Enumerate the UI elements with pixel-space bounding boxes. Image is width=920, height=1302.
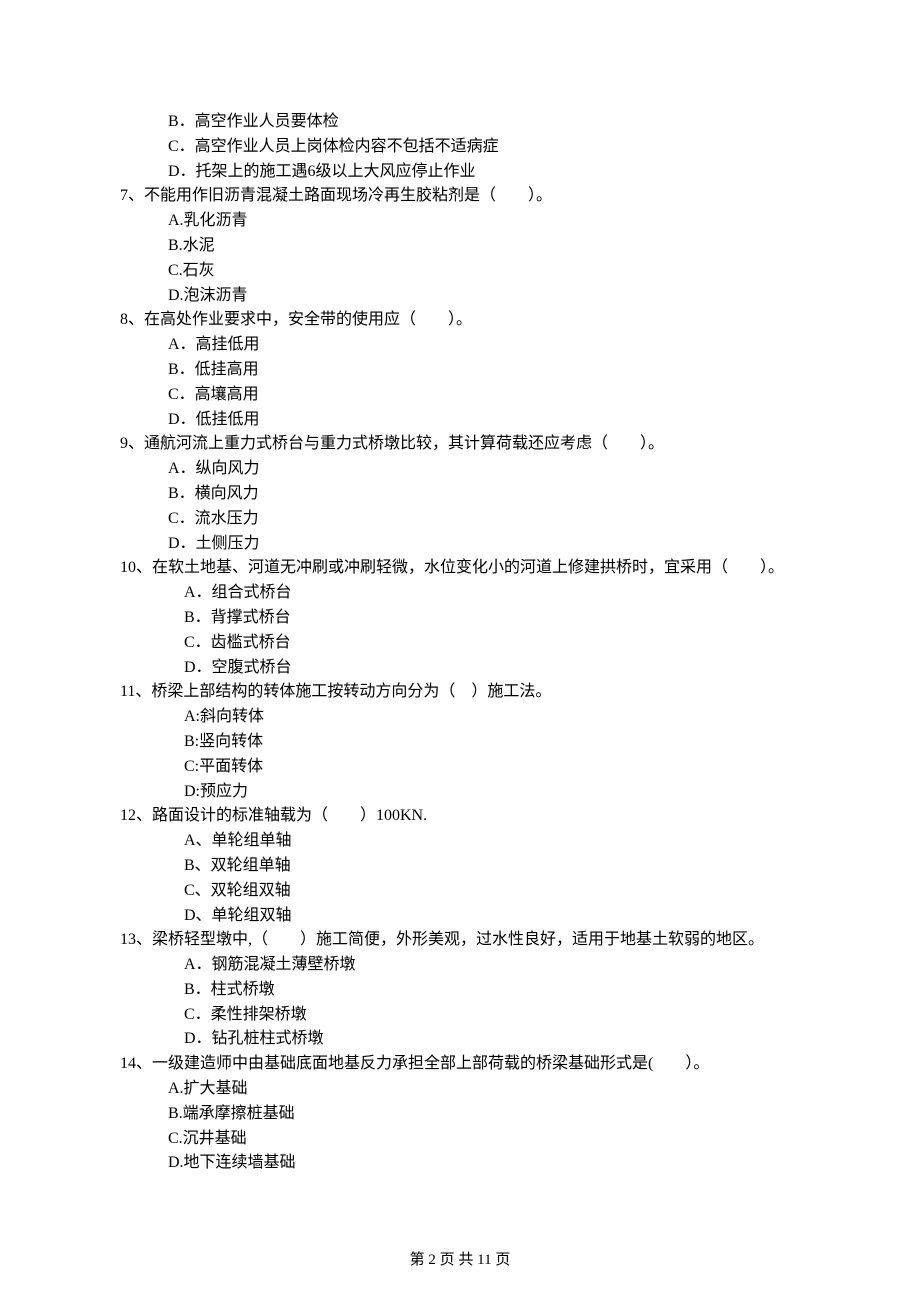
text-line: 14、一级建造师中由基础底面地基反力承担全部上部荷载的桥梁基础形式是( ）。 (120, 1052, 800, 1077)
text-line: B、双轮组单轴 (120, 854, 800, 879)
text-line: A．纵向风力 (120, 457, 800, 482)
text-line: C．齿槛式桥台 (120, 631, 800, 656)
text-line: D．托架上的施工遇6级以上大风应停止作业 (120, 160, 800, 185)
text-line: 9、通航河流上重力式桥台与重力式桥墩比较，其计算荷载还应考虑（ ）。 (120, 432, 800, 457)
text-line: C:平面转体 (120, 755, 800, 780)
text-line: C.沉井基础 (120, 1127, 800, 1152)
page-footer: 第 2 页 共 11 页 (0, 1249, 920, 1272)
text-line: D.地下连续墙基础 (120, 1151, 800, 1176)
text-line: D．钻孔桩柱式桥墩 (120, 1027, 800, 1052)
text-line: A:斜向转体 (120, 705, 800, 730)
text-line: B．柱式桥墩 (120, 978, 800, 1003)
text-line: C.石灰 (120, 259, 800, 284)
text-line: D．低挂低用 (120, 408, 800, 433)
text-line: D、单轮组双轴 (120, 904, 800, 929)
text-line: C．高壤高用 (120, 383, 800, 408)
text-line: B．横向风力 (120, 482, 800, 507)
text-line: B:竖向转体 (120, 730, 800, 755)
text-line: 11、桥梁上部结构的转体施工按转动方向分为（ ）施工法。 (120, 680, 800, 705)
text-line: A.乳化沥青 (120, 209, 800, 234)
text-line: C．柔性排架桥墩 (120, 1003, 800, 1028)
text-line: A．组合式桥台 (120, 581, 800, 606)
text-line: C．高空作业人员上岗体检内容不包括不适病症 (120, 135, 800, 160)
text-line: A、单轮组单轴 (120, 829, 800, 854)
text-line: B．背撑式桥台 (120, 606, 800, 631)
text-line: A．高挂低用 (120, 333, 800, 358)
text-line: C．流水压力 (120, 507, 800, 532)
text-line: D．土侧压力 (120, 532, 800, 557)
text-line: B．低挂高用 (120, 358, 800, 383)
text-line: 7、不能用作旧沥青混凝土路面现场冷再生胶粘剂是（ ）。 (120, 184, 800, 209)
document-body: B．高空作业人员要体检C．高空作业人员上岗体检内容不包括不适病症D．托架上的施工… (120, 110, 800, 1176)
text-line: 10、在软土地基、河道无冲刷或冲刷轻微，水位变化小的河道上修建拱桥时，宜采用（ … (120, 556, 800, 581)
text-line: D.泡沫沥青 (120, 284, 800, 309)
text-line: A．钢筋混凝土薄壁桥墩 (120, 953, 800, 978)
page-container: B．高空作业人员要体检C．高空作业人员上岗体检内容不包括不适病症D．托架上的施工… (0, 0, 920, 1302)
text-line: B.端承摩擦桩基础 (120, 1102, 800, 1127)
text-line: 12、路面设计的标准轴载为（ ）100KN. (120, 804, 800, 829)
text-line: B．高空作业人员要体检 (120, 110, 800, 135)
text-line: D:预应力 (120, 780, 800, 805)
text-line: B.水泥 (120, 234, 800, 259)
text-line: D．空腹式桥台 (120, 656, 800, 681)
text-line: 13、梁桥轻型墩中,（ ）施工简便，外形美观，过水性良好，适用于地基土软弱的地区… (120, 928, 800, 953)
text-line: C、双轮组双轴 (120, 879, 800, 904)
text-line: A.扩大基础 (120, 1077, 800, 1102)
text-line: 8、在高处作业要求中，安全带的使用应（ ）。 (120, 308, 800, 333)
